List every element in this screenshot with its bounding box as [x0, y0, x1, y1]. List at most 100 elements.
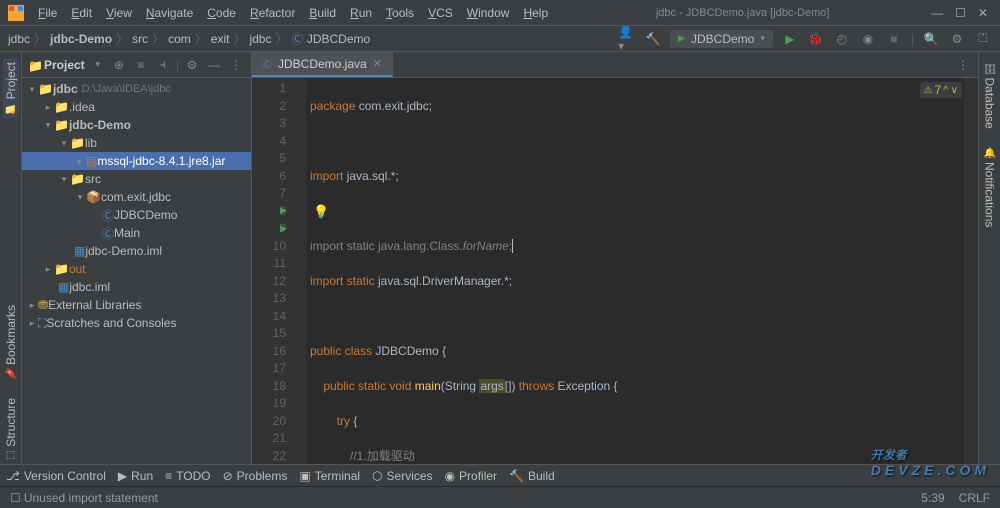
editor-tab-jdbcdemo[interactable]: Ⓒ JDBCDemo.java ✕ — [252, 52, 393, 77]
intention-bulb-icon[interactable]: 💡 — [313, 204, 329, 219]
tool-build[interactable]: 🔨 Build — [509, 469, 555, 483]
tree-out-folder[interactable]: ▸📁 out — [22, 260, 251, 278]
minimize-button[interactable]: — — [931, 6, 943, 20]
inspection-badge[interactable]: ⚠ 7 ^ ∨ — [920, 82, 962, 98]
run-gutter-icon[interactable]: ▶ — [280, 202, 287, 220]
app-logo-icon — [8, 5, 24, 21]
tree-src-folder[interactable]: ▾📁 src — [22, 170, 251, 188]
tree-demo-module[interactable]: ▾📁 jdbc-Demo — [22, 116, 251, 134]
tree-iml2[interactable]: ▦ jdbc.iml — [22, 278, 251, 296]
tab-options-icon[interactable]: ⋮ — [954, 56, 972, 74]
main-menu: FileEditViewNavigateCodeRefactorBuildRun… — [32, 3, 554, 23]
run-gutter-icon[interactable]: ▶ — [280, 220, 287, 238]
tool-database[interactable]: 🗄 Database — [982, 58, 998, 133]
menu-file[interactable]: File — [32, 3, 63, 23]
project-view-selector[interactable]: ▾ — [95, 59, 100, 70]
tree-lib-folder[interactable]: ▾📁 lib — [22, 134, 251, 152]
close-button[interactable]: ✕ — [978, 6, 988, 20]
hammer-icon[interactable]: 🔨 — [644, 30, 662, 48]
menu-window[interactable]: Window — [461, 3, 516, 23]
breadcrumb-item[interactable]: com — [168, 32, 191, 46]
menu-code[interactable]: Code — [201, 3, 242, 23]
fold-gutter — [294, 78, 306, 464]
code-content[interactable]: package com.exit.jdbc; import java.sql.*… — [306, 78, 964, 464]
breadcrumb-item[interactable]: jdbc — [249, 32, 271, 46]
tree-root[interactable]: ▾📁 jdbcD:\Java\IDEA\jdbc — [22, 80, 251, 98]
tool-bookmarks[interactable]: 🔖 Bookmarks — [3, 301, 19, 384]
panel-settings-icon[interactable]: ⚙ — [183, 56, 201, 74]
search-everywhere-button[interactable]: 🔍 — [922, 30, 940, 48]
menu-view[interactable]: View — [100, 3, 138, 23]
expand-all-icon[interactable]: ≡ — [132, 56, 150, 74]
line-number-gutter: 1234567 8▶ 9▶ 10111213141516171819202122… — [252, 78, 294, 464]
tool-problems[interactable]: ⊘ Problems — [223, 469, 288, 483]
tree-jdbcdemo-class[interactable]: Ⓒ JDBCDemo — [22, 206, 251, 224]
breadcrumb-item[interactable]: exit — [211, 32, 230, 46]
tool-version-control[interactable]: ⎇ Version Control — [6, 469, 106, 483]
window-title: jdbc - JDBCDemo.java [jdbc-Demo] — [554, 7, 931, 19]
breadcrumb[interactable]: jdbc〉jdbc-Demo〉src〉com〉exit〉jdbc〉Ⓒ JDBCD… — [8, 30, 370, 47]
debug-button[interactable]: 🐞 — [807, 30, 825, 48]
menu-run[interactable]: Run — [344, 3, 378, 23]
bottom-toolbar: ⎇ Version Control ▶ Run ≡ TODO ⊘ Problem… — [0, 464, 1000, 486]
more-button[interactable]: ⏍ — [974, 30, 992, 48]
status-message-icon: ☐ — [10, 491, 21, 505]
tree-package[interactable]: ▾📦 com.exit.jdbc — [22, 188, 251, 206]
tab-label: JDBCDemo.java — [278, 57, 367, 71]
left-tool-strip: 📁 Project 🔖 Bookmarks ⬚ Structure — [0, 52, 22, 464]
breadcrumb-item[interactable]: Ⓒ JDBCDemo — [292, 30, 371, 47]
profile-button[interactable]: ◉ — [859, 30, 877, 48]
menu-vcs[interactable]: VCS — [422, 3, 459, 23]
run-button[interactable]: ▶ — [781, 30, 799, 48]
caret-position[interactable]: 5:39 — [921, 491, 944, 505]
collapse-all-icon[interactable]: ⫞ — [154, 56, 172, 74]
tool-structure[interactable]: ⬚ Structure — [3, 394, 19, 464]
breadcrumb-item[interactable]: jdbc-Demo — [50, 32, 112, 46]
breadcrumb-item[interactable]: src — [132, 32, 148, 46]
tool-services[interactable]: ⬡ Services — [372, 469, 433, 483]
close-tab-icon[interactable]: ✕ — [373, 57, 382, 70]
project-panel-title: Project — [44, 58, 91, 72]
menu-tools[interactable]: Tools — [380, 3, 420, 23]
tool-profiler[interactable]: ◉ Profiler — [445, 469, 498, 483]
tree-scratches[interactable]: ▸⛶ Scratches and Consoles — [22, 314, 251, 332]
panel-more-icon[interactable]: ⋮ — [227, 56, 245, 74]
hide-panel-icon[interactable]: — — [205, 56, 223, 74]
editor-tabs: Ⓒ JDBCDemo.java ✕ ⋮ — [252, 52, 978, 78]
right-tool-strip: 🗄 Database 🔔 Notifications — [978, 52, 1000, 464]
editor-area: Ⓒ JDBCDemo.java ✕ ⋮ 1234567 8▶ 9▶ 101112… — [252, 52, 978, 464]
menu-edit[interactable]: Edit — [65, 3, 98, 23]
user-icon[interactable]: 👤▾ — [618, 30, 636, 48]
menu-build[interactable]: Build — [303, 3, 342, 23]
menu-refactor[interactable]: Refactor — [244, 3, 301, 23]
coverage-button[interactable]: ◴ — [833, 30, 851, 48]
stop-button[interactable]: ■ — [885, 30, 903, 48]
tool-todo[interactable]: ≡ TODO — [165, 469, 210, 483]
tree-idea-folder[interactable]: ▸📁 .idea — [22, 98, 251, 116]
tree-jar-file[interactable]: ▸▤ mssql-jdbc-8.4.1.jre8.jar — [22, 152, 251, 170]
navigation-bar: jdbc〉jdbc-Demo〉src〉com〉exit〉jdbc〉Ⓒ JDBCD… — [0, 26, 1000, 52]
line-separator[interactable]: CRLF — [959, 491, 990, 505]
error-stripe[interactable] — [964, 78, 978, 464]
tool-run[interactable]: ▶ Run — [118, 469, 153, 483]
java-file-icon: Ⓒ — [262, 56, 272, 71]
run-config-label: JDBCDemo — [691, 32, 754, 46]
tool-terminal[interactable]: ▣ Terminal — [299, 469, 360, 483]
breadcrumb-item[interactable]: jdbc — [8, 32, 30, 46]
tool-project[interactable]: 📁 Project — [3, 58, 19, 118]
titlebar: FileEditViewNavigateCodeRefactorBuildRun… — [0, 0, 1000, 26]
menu-navigate[interactable]: Navigate — [140, 3, 199, 23]
menu-help[interactable]: Help — [517, 3, 554, 23]
tree-main-class[interactable]: Ⓒ Main — [22, 224, 251, 242]
code-editor[interactable]: 1234567 8▶ 9▶ 10111213141516171819202122… — [252, 78, 978, 464]
settings-button[interactable]: ⚙ — [948, 30, 966, 48]
select-opened-file-icon[interactable]: ⊕ — [110, 56, 128, 74]
project-sidebar: 📁 Project ▾ ⊕ ≡ ⫞ | ⚙ — ⋮ ▾📁 jdbcD:\Java… — [22, 52, 252, 464]
run-configuration-selector[interactable]: ▶ JDBCDemo ▾ — [670, 30, 773, 48]
tree-external-libs[interactable]: ▸⛃ External Libraries — [22, 296, 251, 314]
tool-notifications[interactable]: 🔔 Notifications — [982, 143, 998, 231]
project-panel-header: 📁 Project ▾ ⊕ ≡ ⫞ | ⚙ — ⋮ — [22, 52, 251, 78]
project-tree[interactable]: ▾📁 jdbcD:\Java\IDEA\jdbc ▸📁 .idea ▾📁 jdb… — [22, 78, 251, 464]
tree-iml1[interactable]: ▦ jdbc-Demo.iml — [22, 242, 251, 260]
maximize-button[interactable]: ☐ — [955, 6, 966, 20]
